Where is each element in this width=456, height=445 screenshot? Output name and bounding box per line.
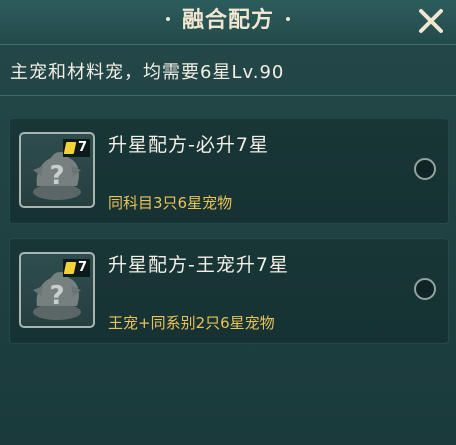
divider [0, 95, 456, 96]
badge-count: 7 [77, 260, 87, 275]
requirement-text: 主宠和材料宠，均需要6星Lv.90 [10, 62, 285, 83]
recipe-title: 升星配方-必升7星 [108, 134, 269, 156]
star-icon [63, 142, 77, 154]
recipe-radio[interactable] [414, 158, 436, 180]
star-icon [63, 262, 77, 274]
fusion-recipe-panel: 融合配方 主宠和材料宠，均需要6星Lv.90 ? 7 升星配方-必升7星 同科目… [0, 0, 456, 445]
panel-title: 融合配方 [0, 0, 456, 44]
svg-text:?: ? [49, 161, 64, 191]
recipe-radio[interactable] [414, 278, 436, 300]
recipe-card[interactable]: ? 7 升星配方-必升7星 同科目3只6星宠物 [9, 118, 449, 224]
star-badge: 7 [62, 259, 90, 277]
recipe-card[interactable]: ? 7 升星配方-王宠升7星 王宠+同系别2只6星宠物 [9, 238, 449, 344]
title-dot-left [165, 17, 170, 21]
panel-header: 融合配方 [0, 0, 456, 45]
pet-item-slot[interactable]: ? 7 [19, 252, 95, 328]
close-icon[interactable] [416, 6, 446, 36]
title-dot-right [286, 17, 290, 21]
badge-count: 7 [77, 140, 87, 155]
svg-text:?: ? [49, 281, 64, 311]
star-badge: 7 [62, 139, 90, 157]
recipe-description: 王宠+同系别2只6星宠物 [108, 314, 275, 332]
panel-title-text: 融合配方 [181, 8, 274, 33]
pet-item-slot[interactable]: ? 7 [19, 132, 95, 208]
recipe-description: 同科目3只6星宠物 [108, 194, 233, 212]
recipe-title: 升星配方-王宠升7星 [108, 254, 289, 276]
